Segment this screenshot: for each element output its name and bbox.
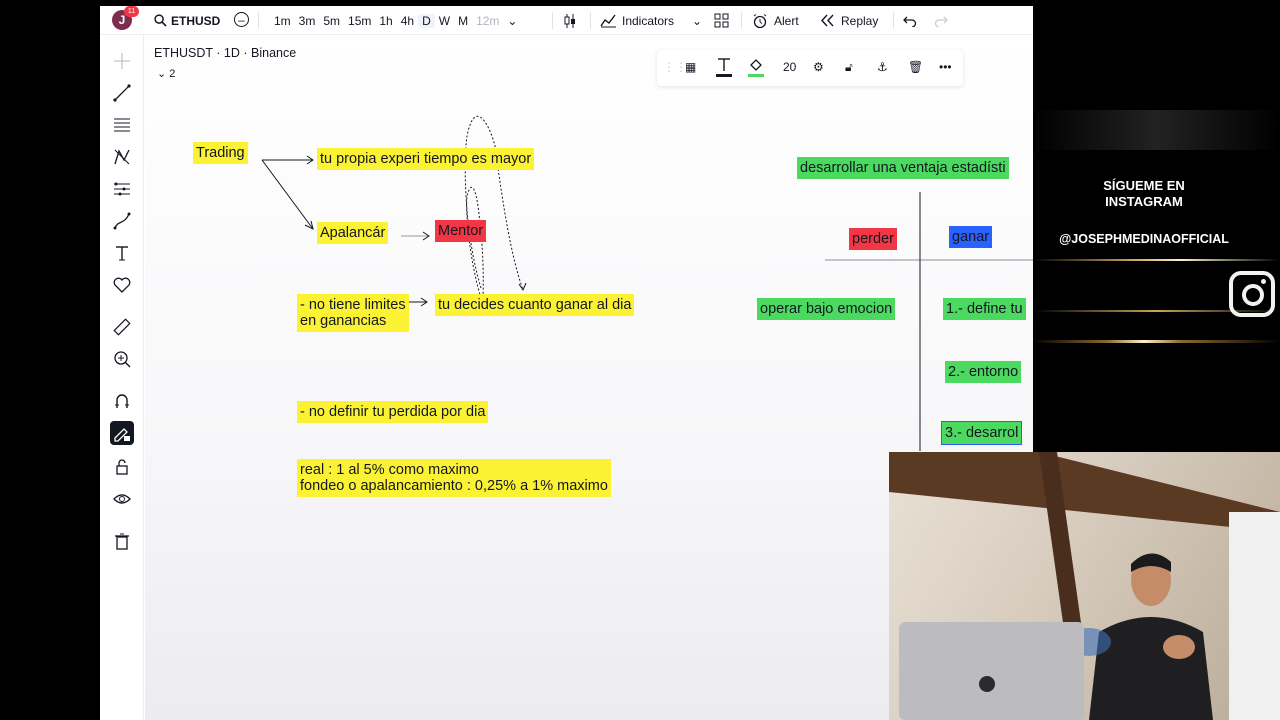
fib-retracement-icon[interactable] (110, 113, 134, 137)
interval-selector: 1m 3m 5m 15m 1h 4h D W M 12m ⌄ (270, 6, 521, 35)
note-tu-decides[interactable]: tu decides cuanto ganar al dia (435, 294, 635, 316)
note-apalancar[interactable]: Apalancár (317, 222, 389, 244)
rewind-icon (821, 14, 834, 27)
chart-type-button[interactable] (562, 6, 578, 35)
symbol-label: ETHUSD (171, 13, 221, 28)
interval-12m[interactable]: 12m (472, 14, 503, 28)
indicators-icon (600, 14, 616, 28)
note-define-tu[interactable]: 1.- define tu (943, 298, 1026, 320)
chevron-down-icon[interactable]: ⌄ (503, 14, 521, 28)
instagram-promo-panel: SÍGUEME EN INSTAGRAM @JOSEPHMEDINAOFFICI… (1033, 0, 1280, 452)
minus-icon: – (238, 12, 245, 27)
trend-line-icon[interactable] (110, 81, 134, 105)
compare-symbol-button[interactable]: – (234, 12, 249, 27)
layouts-button[interactable] (714, 6, 729, 35)
divider (893, 12, 894, 29)
note-mentor[interactable]: Mentor (435, 220, 487, 242)
drawing-toolbar (100, 35, 144, 720)
stay-in-drawing-mode-icon[interactable] (110, 421, 134, 445)
follow-text: SÍGUEME EN INSTAGRAM (1103, 178, 1185, 209)
interval-4h[interactable]: 4h (397, 14, 418, 28)
undo-icon (903, 16, 917, 27)
note-operar-bajo-emocion[interactable]: operar bajo emocion (757, 298, 896, 320)
projection-icon[interactable] (110, 177, 134, 201)
interval-1m[interactable]: 1m (270, 14, 295, 28)
pattern-icon[interactable] (110, 145, 134, 169)
divider (258, 12, 259, 29)
avatar-letter: J (118, 13, 126, 27)
interval-w[interactable]: W (435, 14, 454, 28)
indicators-label: Indicators (622, 13, 675, 28)
replay-label: Replay (841, 13, 879, 28)
gold-streak (1033, 110, 1280, 150)
note-tu-propia[interactable]: tu propia experi tiempo es mayor (317, 148, 535, 170)
instagram-icon (1229, 271, 1275, 317)
heart-icon[interactable] (110, 273, 134, 297)
notification-badge: 11 (124, 6, 139, 17)
undo-button[interactable] (903, 6, 917, 35)
note-ganar[interactable]: ganar (949, 226, 993, 248)
note-perder[interactable]: perder (849, 228, 897, 250)
interval-d[interactable]: D (418, 13, 435, 28)
brush-icon[interactable] (110, 209, 134, 233)
webcam-video (889, 452, 1280, 720)
divider (590, 12, 591, 29)
search-icon (154, 14, 167, 27)
redo-button[interactable] (934, 6, 948, 35)
redo-icon (934, 16, 948, 27)
zoom-in-icon[interactable] (110, 347, 134, 371)
candles-icon (564, 13, 575, 28)
interval-1h[interactable]: 1h (375, 14, 396, 28)
ruler-icon[interactable] (110, 315, 134, 339)
note-no-definir[interactable]: - no definir tu perdida por dia (297, 401, 489, 423)
trash-icon[interactable] (110, 529, 134, 553)
replay-button[interactable]: Replay (820, 6, 878, 35)
alert-label: Alert (774, 13, 799, 28)
interval-5m[interactable]: 5m (319, 14, 344, 28)
note-no-tiene-limites[interactable]: - no tiene limites en ganancias (297, 294, 409, 332)
text-tool-icon[interactable] (110, 241, 134, 265)
interval-3m[interactable]: 3m (295, 14, 320, 28)
screen: J 11 ETHUSD – 1m 3m 5m 15m 1h 4h D W M 1… (0, 0, 1280, 720)
crosshair-icon[interactable] (110, 49, 134, 73)
interval-15m[interactable]: 15m (344, 14, 375, 28)
symbol-search[interactable]: ETHUSD (154, 6, 220, 35)
top-toolbar: J 11 ETHUSD – 1m 3m 5m 15m 1h 4h D W M 1… (100, 6, 1033, 35)
note-desarrollar[interactable]: desarrollar una ventaja estadísti (797, 157, 1009, 179)
lock-icon[interactable] (110, 455, 134, 479)
note-entorno[interactable]: 2.- entorno (945, 361, 1022, 383)
instagram-handle: @JOSEPHMEDINAOFFICIAL (1059, 232, 1229, 246)
chevron-down-icon[interactable]: ⌄ (692, 14, 702, 28)
gold-line (1033, 259, 1280, 261)
note-real-fondeo[interactable]: real : 1 al 5% como maximo fondeo o apal… (297, 459, 611, 497)
eye-icon[interactable] (110, 487, 134, 511)
divider (741, 12, 742, 29)
layout-grid-icon (714, 13, 729, 28)
magnet-icon[interactable] (110, 389, 134, 413)
alarm-clock-icon (753, 13, 767, 28)
presenter-image (889, 452, 1280, 720)
divider (552, 12, 553, 29)
interval-m[interactable]: M (454, 14, 472, 28)
alert-button[interactable]: Alert (752, 6, 799, 35)
note-trading[interactable]: Trading (193, 142, 248, 164)
gold-line (1033, 340, 1280, 343)
note-desarrol[interactable]: 3.- desarrol (940, 421, 1023, 445)
indicators-button[interactable]: Indicators ⌄ (600, 6, 702, 35)
